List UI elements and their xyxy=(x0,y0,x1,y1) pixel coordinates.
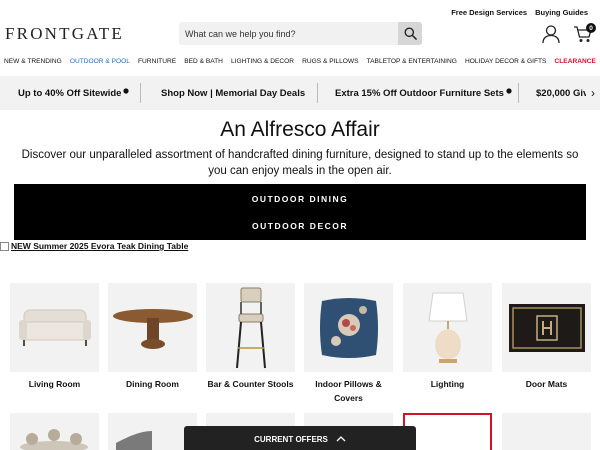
nav-bed-bath[interactable]: BED & BATH xyxy=(184,58,223,65)
category-door-mats[interactable]: Door Mats xyxy=(502,283,591,391)
search-input[interactable]: What can we help you find? xyxy=(179,29,398,39)
category-image xyxy=(10,413,99,450)
broken-image-icon xyxy=(0,241,9,251)
promo-outdoor-sets[interactable]: Extra 15% Off Outdoor Furniture Sets xyxy=(335,76,512,110)
banner-alt-text: NEW Summer 2025 Evora Teak Dining Table xyxy=(11,241,189,251)
nav-rugs-pillows[interactable]: RUGS & PILLOWS xyxy=(302,58,358,65)
category-label: Door Mats xyxy=(525,379,568,389)
category-label: Dining Room xyxy=(126,379,179,389)
frontgate-logo[interactable]: FRONTGATE xyxy=(5,24,124,44)
door-mat-image xyxy=(502,283,591,372)
nav-furniture[interactable]: FURNITURE xyxy=(138,58,176,65)
nav-holiday-decor-gifts[interactable]: HOLIDAY DECOR & GIFTS xyxy=(465,58,546,65)
category-tile[interactable] xyxy=(10,413,99,450)
promo-memorial-day[interactable]: Shop Now | Memorial Day Deals xyxy=(161,76,305,110)
promo-sitewide-text: Up to 40% Off Sitewide xyxy=(18,87,122,99)
promo-divider xyxy=(317,83,318,103)
chevron-right-icon: › xyxy=(591,86,595,100)
category-bar-counter-stools[interactable]: Bar & Counter Stools xyxy=(206,283,295,391)
promo-sitewide[interactable]: Up to 40% Off Sitewide xyxy=(18,76,130,110)
outdoor-dining-link[interactable]: OUTDOOR DINING xyxy=(14,194,586,204)
free-design-services-link[interactable]: Free Design Services xyxy=(451,8,527,17)
nav-lighting-decor[interactable]: LIGHTING & DECOR xyxy=(231,58,294,65)
search-button[interactable] xyxy=(398,22,422,45)
promo-giveaway[interactable]: $20,000 Giv xyxy=(536,76,586,110)
category-indoor-pillows-covers[interactable]: Indoor Pillows & Covers xyxy=(304,283,393,405)
category-lighting[interactable]: Lighting xyxy=(403,283,492,391)
utility-links: Free Design Services Buying Guides xyxy=(451,8,588,17)
carousel-next-button[interactable]: › xyxy=(588,76,598,110)
category-tile-highlighted[interactable] xyxy=(403,413,492,450)
nav-tabletop-entertaining[interactable]: TABLETOP & ENTERTAINING xyxy=(367,58,457,65)
nav-clearance[interactable]: CLEARANCE xyxy=(555,58,596,65)
dining-table-image xyxy=(108,283,197,372)
category-image xyxy=(502,413,591,450)
category-label: Indoor Pillows & Covers xyxy=(315,379,382,403)
banner-image-link[interactable]: NEW Summer 2025 Evora Teak Dining Table xyxy=(0,241,188,251)
info-icon xyxy=(123,88,130,94)
nav-outdoor-pool[interactable]: OUTDOOR & POOL xyxy=(70,58,130,65)
chevron-up-icon xyxy=(336,436,346,442)
outdoor-decor-link[interactable]: OUTDOOR DECOR xyxy=(14,221,586,231)
promo-outdoor-sets-text: Extra 15% Off Outdoor Furniture Sets xyxy=(335,87,504,99)
category-label: Bar & Counter Stools xyxy=(207,379,294,389)
pillow-image xyxy=(304,283,393,372)
category-tile[interactable] xyxy=(502,413,591,450)
current-offers-button[interactable]: CURRENT OFFERS xyxy=(184,426,416,450)
cta-panel: OUTDOOR DINING OUTDOOR DECOR xyxy=(14,184,586,240)
page-subtitle: Discover our unparalleled assortment of … xyxy=(21,149,579,177)
category-living-room[interactable]: Living Room xyxy=(10,283,99,391)
bar-stool-image xyxy=(206,283,295,372)
search-bar: What can we help you find? xyxy=(179,22,422,45)
main-navigation: NEW & TRENDING OUTDOOR & POOL FURNITURE … xyxy=(4,58,596,65)
current-offers-label: CURRENT OFFERS xyxy=(254,434,328,444)
cart-count-badge: 0 xyxy=(586,23,596,33)
page-title: An Alfresco Affair xyxy=(220,118,380,141)
sofa-image xyxy=(10,283,99,372)
promo-divider xyxy=(518,83,519,103)
info-icon xyxy=(506,88,512,94)
promo-divider xyxy=(140,83,141,103)
buying-guides-link[interactable]: Buying Guides xyxy=(535,8,588,17)
nav-new-trending[interactable]: NEW & TRENDING xyxy=(4,58,62,65)
category-label: Lighting xyxy=(430,379,465,389)
promo-carousel: Up to 40% Off Sitewide Shop Now | Memori… xyxy=(0,76,600,110)
account-icon[interactable] xyxy=(541,24,561,44)
search-icon xyxy=(404,27,417,40)
lamp-image xyxy=(403,283,492,372)
category-dining-room[interactable]: Dining Room xyxy=(108,283,197,391)
category-label: Living Room xyxy=(28,379,81,389)
category-image xyxy=(403,413,492,450)
